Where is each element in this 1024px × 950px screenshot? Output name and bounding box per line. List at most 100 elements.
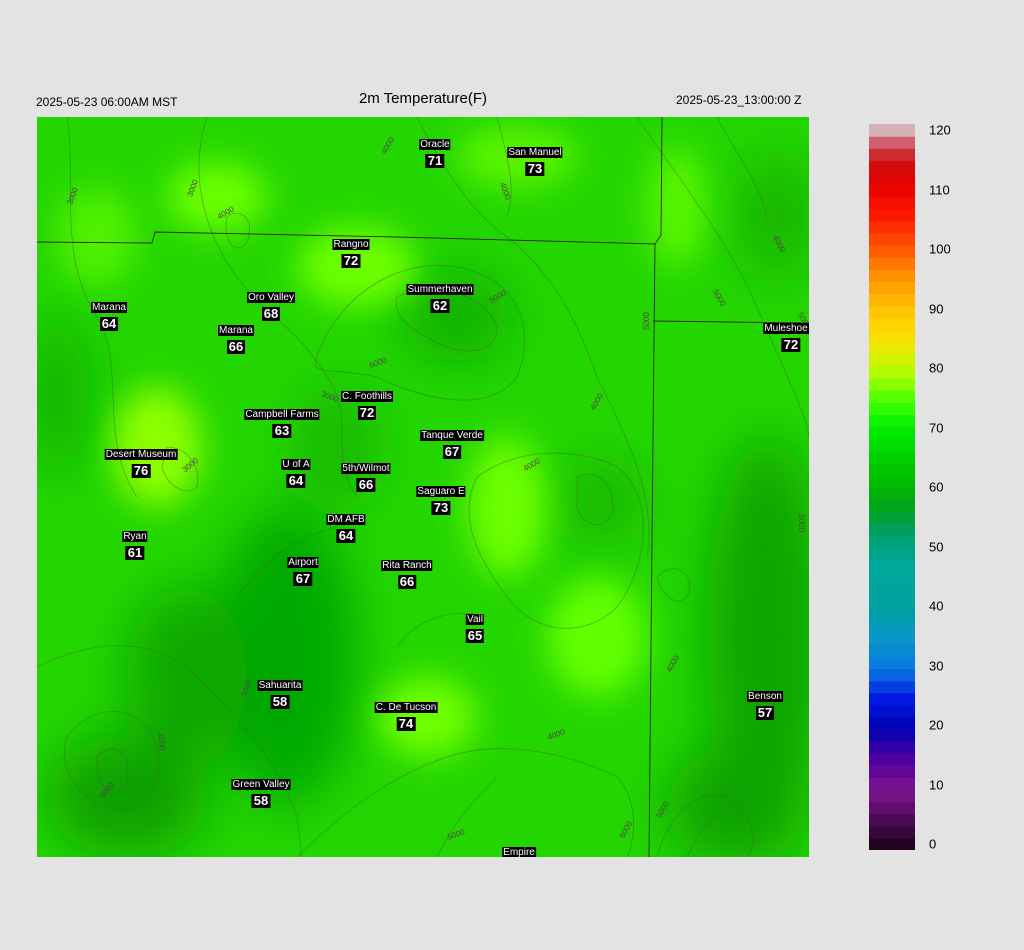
station-name: San Manuel: [507, 147, 563, 158]
station-temperature: 57: [755, 705, 775, 720]
station-name: DM AFB: [326, 514, 366, 525]
station-name: Desert Museum: [104, 449, 178, 460]
station-vail: Vail 65: [465, 614, 485, 645]
station-temperature: 72: [341, 253, 361, 268]
station-5th-wilmot: 5th/Wilmot 66: [341, 463, 391, 494]
colorbar-swatch: [869, 305, 915, 319]
colorbar-swatch: [869, 124, 915, 137]
station-dm-afb: DM AFB 64: [326, 514, 366, 545]
colorbar-swatch: [869, 353, 915, 367]
station-temperature: 58: [270, 694, 290, 709]
colorbar-swatch: [869, 765, 915, 778]
colorbar-swatch: [869, 220, 915, 234]
colorbar-swatch: [869, 535, 915, 549]
station-oracle: Oracle 71: [419, 139, 451, 170]
station-temperature: 66: [397, 574, 417, 589]
station-c-foothills: C. Foothills 72: [340, 391, 394, 422]
colorbar-swatch: [869, 547, 915, 561]
station-temperature: 64: [99, 316, 119, 331]
colorbar-swatch: [869, 426, 915, 440]
contour-label: 5000: [642, 312, 651, 330]
station-temperature: 74: [396, 716, 416, 731]
station-name: Marana: [218, 325, 254, 336]
station-summerhaven: Summerhaven 62: [406, 284, 474, 315]
station-rita-ranch: Rita Ranch 66: [381, 560, 433, 591]
colorbar-swatch: [869, 644, 915, 657]
colorbar-swatch: [869, 172, 915, 186]
station-temperature: 72: [781, 337, 801, 352]
station-name: Sahuarita: [257, 680, 303, 691]
colorbar-tick-label: 60: [929, 479, 944, 495]
colorbar-swatch: [869, 341, 915, 355]
station-temperature: 68: [261, 306, 281, 321]
colorbar-swatch: [869, 825, 915, 839]
station-temperature: 67: [442, 444, 462, 459]
colorbar-swatch: [869, 450, 915, 464]
colorbar-swatch: [869, 608, 915, 621]
colorbar-swatch: [869, 595, 915, 609]
colorbar-swatch: [869, 789, 915, 803]
station-name: Airport: [287, 557, 319, 568]
station-name: C. De Tucson: [374, 702, 438, 713]
station-marana-west: Marana 64: [91, 302, 127, 333]
colorbar-swatch: [869, 414, 915, 428]
colorbar-swatch: [869, 160, 915, 173]
station-name: Marana: [91, 302, 127, 313]
colorbar-swatch: [869, 148, 915, 161]
station-muleshoe-r: Muleshoe R 72: [763, 323, 809, 354]
colorbar-swatch: [869, 281, 915, 294]
colorbar-tick-label: 90: [929, 301, 944, 316]
station-name: Ryan: [122, 531, 148, 542]
colorbar-swatch: [869, 716, 915, 730]
colorbar-swatch: [869, 378, 915, 391]
colorbar-swatch: [869, 317, 915, 331]
colorbar-swatch: [869, 136, 915, 149]
colorbar-tick-label: 80: [929, 360, 944, 376]
station-temperature: 65: [465, 628, 485, 643]
colorbar-tick-label: 110: [929, 182, 950, 197]
colorbar-swatch: [869, 632, 915, 645]
colorbar-swatch: [869, 729, 915, 742]
station-marana: Marana 66: [218, 325, 254, 356]
station-temperature: 64: [336, 528, 356, 543]
colorbar-swatch: [869, 680, 915, 694]
station-ryan: Ryan 61: [122, 531, 148, 562]
colorbar-swatch: [869, 499, 915, 512]
station-temperature: 67: [293, 571, 313, 586]
colorbar-swatch: [869, 245, 915, 258]
colorbar-swatch: [869, 208, 915, 222]
temperature-map: 3000 3000 4000 4000 4000 3000 6000 5000 3000 4000…: [37, 117, 809, 857]
colorbar-tick-label: 70: [929, 420, 944, 435]
colorbar-swatch: [869, 487, 915, 500]
station-rangno: Rangno 72: [332, 239, 370, 270]
colorbar-swatch: [869, 668, 915, 682]
station-name: Campbell Farms: [244, 409, 320, 420]
colorbar-swatch: [869, 232, 915, 246]
colorbar: [869, 124, 915, 850]
colorbar-swatch: [869, 390, 915, 403]
colorbar-swatch: [869, 257, 915, 270]
colorbar-tick-label: 50: [929, 539, 944, 554]
contour-label: 5000: [797, 514, 806, 532]
colorbar-swatch: [869, 753, 915, 766]
station-sahuarita: Sahuarita 58: [257, 680, 303, 711]
station-name: Saguaro E: [416, 486, 466, 497]
station-empire: Empire: [502, 847, 536, 857]
station-temperature: 58: [251, 793, 271, 808]
valid-time-utc: 2025-05-23_13:00:00 Z: [676, 93, 802, 107]
colorbar-swatch: [869, 438, 915, 452]
station-name: C. Foothills: [340, 391, 394, 402]
colorbar-swatch: [869, 741, 915, 754]
colorbar-swatch: [869, 837, 915, 850]
colorbar-tick-label: 100: [929, 241, 951, 257]
station-name: 5th/Wilmot: [341, 463, 391, 474]
station-campbell-farms: Campbell Farms 63: [244, 409, 320, 440]
station-temperature: 63: [272, 423, 292, 438]
station-temperature: 66: [356, 477, 376, 492]
station-name: Rangno: [332, 239, 370, 250]
colorbar-tick-label: 0: [929, 836, 937, 852]
station-c-de-tucson: C. De Tucson 74: [374, 702, 438, 733]
colorbar-tick-label: 120: [929, 122, 951, 138]
colorbar-swatch: [869, 704, 915, 718]
station-temperature: 72: [357, 405, 377, 420]
